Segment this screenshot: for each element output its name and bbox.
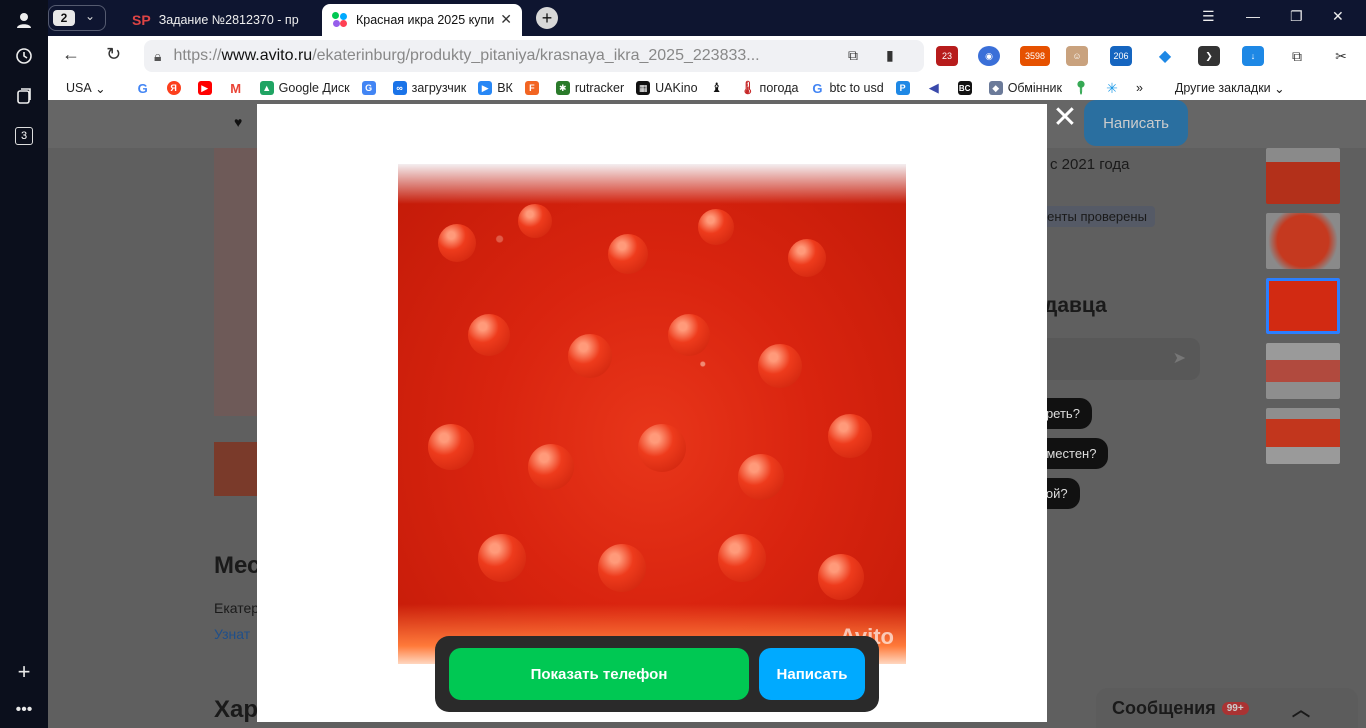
bc-icon[interactable]: BC [957, 81, 977, 95]
bookmark-person-icon[interactable]: ♝ [710, 80, 729, 95]
close-tab-icon[interactable]: ✕ [500, 11, 512, 28]
maps-icon[interactable]: 📍︎ [1073, 80, 1093, 95]
messages-widget[interactable]: Сообщения 99+ ︿ [1096, 688, 1358, 728]
minimize-icon[interactable]: — [1246, 8, 1260, 24]
star-icon[interactable]: ✳ [1105, 80, 1124, 96]
extension-face-icon[interactable]: ☺ [1066, 46, 1088, 66]
city-text: Екатер [214, 600, 260, 616]
vk-icon: ▶ [478, 81, 493, 95]
menu-icon[interactable]: ☰ [1202, 8, 1215, 25]
tab-sp-task[interactable]: SP Задание №2812370 - прос [122, 4, 318, 36]
seller-section-heading: давца [1044, 294, 1107, 317]
seller-since: с 2021 года [1050, 156, 1130, 173]
gallery-thumb[interactable] [1266, 408, 1340, 464]
screenshot-icon[interactable]: ✂ [1330, 46, 1352, 66]
infinity-icon: ∞ [392, 81, 407, 95]
contact-action-bar: Показать телефон Написать [435, 636, 879, 712]
gallery-thumb[interactable] [1266, 148, 1340, 204]
learn-more-link[interactable]: Узнат [214, 626, 250, 642]
bookmark-google-drive[interactable]: ▲ Google Диск [259, 81, 350, 95]
exchanger-icon: ◆ [988, 81, 1003, 95]
google-icon: G [812, 80, 823, 96]
bookmarks-bar: USA ⌄ G Я ▶ M ▲ Google Диск G ∞ загрузчик … [48, 76, 1366, 100]
extensions-puzzle-icon[interactable]: ⧉ [1286, 46, 1308, 66]
gallery-thumbnails [1266, 148, 1340, 473]
avito-icon [332, 12, 348, 28]
url-field[interactable]: 🔒︎ https://www.avito.ru/ekaterinburg/pro… [144, 40, 924, 72]
more-icon[interactable]: ••• [12, 698, 36, 722]
back-icon[interactable]: ← [62, 44, 80, 65]
profile-icon[interactable] [12, 8, 36, 32]
chevron-up-icon[interactable]: ︿ [1292, 696, 1310, 722]
other-bookmarks[interactable]: Другие закладки ⌄ [1175, 81, 1285, 96]
collections-icon[interactable] [12, 84, 36, 108]
unread-count-badge: 99+ [1221, 701, 1249, 715]
browser-sidebar: 3 + ••• [0, 0, 48, 728]
p-icon[interactable]: P [895, 81, 915, 95]
history-icon[interactable] [12, 44, 36, 68]
question-input[interactable]: ➤ [1038, 338, 1200, 380]
bookmark-rutracker[interactable]: ✱ rutracker [555, 81, 624, 95]
close-modal-icon[interactable]: ✕ [1050, 103, 1080, 134]
send-icon[interactable]: ➤ [1173, 348, 1186, 368]
tabs-counter-icon[interactable]: 3 [12, 124, 36, 148]
gallery-thumb[interactable] [1266, 213, 1340, 269]
youtube-icon[interactable]: ▶ [197, 81, 217, 95]
thermometer-icon: 🌡︎ [739, 80, 756, 95]
bookmark-uakino[interactable]: ▦ UAKino [636, 81, 698, 95]
drive-icon: ▲ [259, 81, 274, 95]
bookmark-icon[interactable]: ▮ [886, 47, 894, 64]
caviar-photo[interactable]: Avito [398, 164, 906, 664]
characteristics-heading: Хар [214, 696, 259, 723]
f-icon[interactable]: F [524, 81, 544, 95]
bookmark-loader[interactable]: ∞ загрузчик [392, 81, 466, 95]
tab-title: Красная икра 2025 купи [356, 13, 495, 27]
show-phone-button[interactable]: Показать телефон [449, 648, 749, 700]
write-button-top[interactable]: Написать [1084, 100, 1188, 146]
translate-icon[interactable]: G [361, 81, 381, 95]
gmail-icon[interactable]: M [229, 81, 248, 96]
diamond-extension-icon[interactable]: ◆ [1154, 46, 1176, 66]
sp-favicon-icon: SP [132, 12, 151, 28]
reader-mode-icon[interactable]: ⧉ [848, 47, 858, 64]
tab-group-button[interactable]: 2 ⌄ [48, 5, 106, 31]
more-bookmarks-icon[interactable]: » [1136, 81, 1143, 95]
reload-icon[interactable]: ↻ [106, 44, 121, 65]
photo-thumb-edge [214, 442, 258, 496]
lock-icon: 🔒︎ [154, 47, 162, 64]
chevron-down-icon: ⌄ [85, 9, 96, 23]
bookmark-exchanger[interactable]: ◆ Обмінник [988, 81, 1062, 95]
extension-badge-icon[interactable]: 3598 [1020, 46, 1050, 66]
yandex-icon[interactable]: Я [166, 81, 186, 95]
messages-label: Сообщения [1112, 697, 1216, 718]
uakino-icon: ▦ [636, 81, 651, 95]
heart-icon[interactable]: ♥ [234, 114, 242, 130]
write-message-button[interactable]: Написать [759, 648, 865, 700]
arrow-icon[interactable]: ◀ [927, 80, 946, 95]
bookmark-vk[interactable]: ▶ ВК [478, 81, 513, 95]
extension-badge-icon[interactable]: 23 [936, 46, 958, 66]
restore-icon[interactable]: ❐ [1290, 8, 1303, 25]
add-panel-icon[interactable]: + [12, 659, 36, 684]
rutracker-icon: ✱ [555, 81, 570, 95]
bookmark-btc[interactable]: Gbtc to usd [810, 80, 883, 96]
new-tab-button[interactable]: + [536, 7, 558, 29]
calendar-extension-icon[interactable]: 206 [1110, 46, 1132, 66]
bookmark-usa[interactable]: USA ⌄ [66, 81, 106, 96]
bookmark-weather[interactable]: 🌡︎ погода [739, 80, 798, 95]
tab-avito-caviar[interactable]: Красная икра 2025 купи ✕ [322, 4, 522, 36]
address-bar-row: ← ↻ 🔒︎ https://www.avito.ru/ekaterinburg… [48, 36, 1366, 76]
url-text: https://www.avito.ru/ekaterinburg/produk… [173, 47, 760, 64]
vpn-extension-icon[interactable]: ◉ [978, 46, 1000, 66]
download-icon[interactable]: ↓ [1242, 46, 1264, 66]
tab-title: Задание №2812370 - прос [158, 13, 299, 27]
gallery-thumb-active[interactable] [1266, 278, 1340, 334]
extension-icon[interactable]: ❯ [1198, 46, 1220, 66]
google-icon[interactable]: G [136, 81, 155, 96]
close-window-icon[interactable]: ✕ [1332, 8, 1344, 25]
gallery-thumb[interactable] [1266, 343, 1340, 399]
main-photo-edge [214, 148, 258, 416]
location-heading: Мес [214, 552, 261, 579]
